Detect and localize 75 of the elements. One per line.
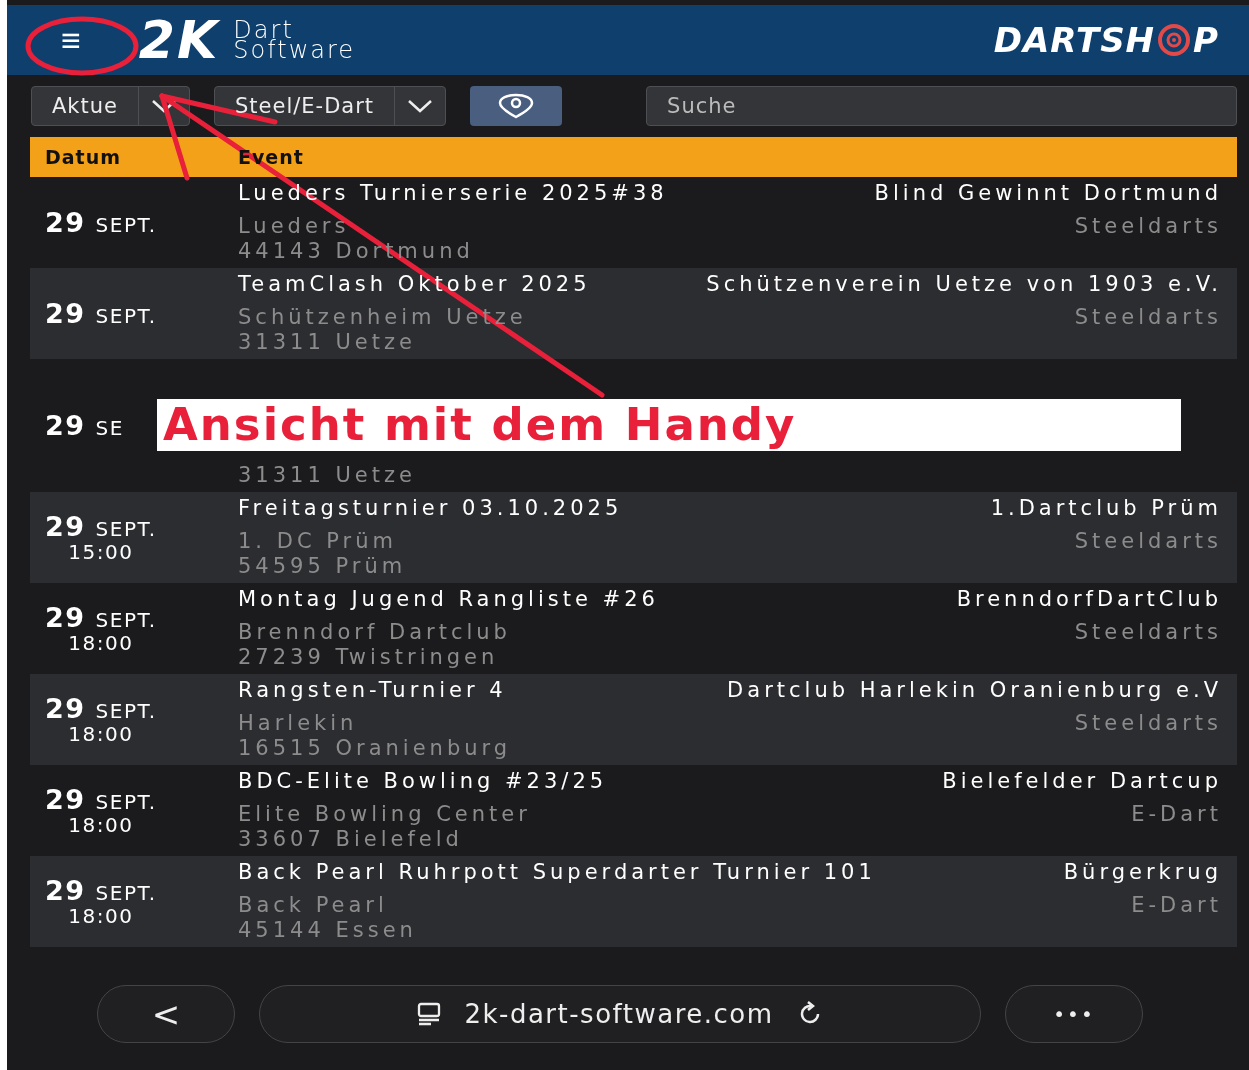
date-month: SEPT. (95, 881, 157, 905)
back-button[interactable]: < (97, 985, 235, 1043)
date-day: 29 (45, 298, 86, 329)
event-organizer: Bielefelder Dartcup (942, 769, 1222, 795)
event-organizer: Bürgerkrug (1063, 860, 1222, 886)
event-city: 33607 Bielefeld (238, 827, 464, 852)
event-title: Freitagsturnier 03.10.2025 (238, 496, 624, 522)
date-day: 29 (45, 602, 86, 633)
logo-mark: 2K (138, 14, 220, 66)
annotation-label: Ansicht mit dem Handy (157, 399, 1181, 451)
address-bar[interactable]: 2k-dart-software.com (259, 985, 981, 1043)
event-organizer: BrenndorfDartClub (956, 587, 1222, 613)
more-button[interactable]: ••• (1005, 985, 1143, 1043)
event-organizer: Schützenverein Uetze von 1903 e.V. (706, 272, 1222, 298)
location-button[interactable] (470, 86, 563, 126)
event-venue: Lueders (238, 214, 351, 239)
event-row[interactable]: 29 SEPT. 15:00 Freitagsturnier 03.10.2025 1.Dartclub Prüm 1. DC Prüm Steeldarts 54595 Prüm (30, 492, 1237, 583)
event-organizer: Blind Gewinnt Dortmund (874, 181, 1222, 207)
event-time: 18:00 (68, 722, 134, 746)
event-time: 18:00 (68, 631, 134, 655)
event-venue: Brenndorf Dartclub (238, 620, 512, 645)
event-title: Back Pearl Ruhrpott Superdarter Turnier 101 (238, 860, 877, 886)
date-day: 29 (45, 410, 86, 441)
target-icon (1157, 23, 1192, 57)
shop-logo-text: P (1193, 20, 1219, 60)
date-month: SE (95, 416, 124, 440)
event-time: 15:00 (68, 540, 134, 564)
event-organizer: Dartclub Harlekin Oranienburg e.V (727, 678, 1222, 704)
event-row[interactable]: 29 SEPT. 18:00 Rangsten-Turnier 4 Dartclub Harlekin Oranienburg e.V Harlekin Steeldarts 16515 Oranienburg (30, 674, 1237, 765)
event-category: Steeldarts (1073, 620, 1222, 645)
event-title: BDC-Elite Bowling #23/25 (238, 769, 609, 795)
date-day: 29 (45, 784, 86, 815)
filter-dropdown[interactable]: Steel/E-Dart (214, 86, 447, 126)
filter-dropdown[interactable]: Aktue (31, 86, 190, 126)
date-month: SEPT. (95, 790, 157, 814)
date-month: SEPT. (95, 608, 157, 632)
event-city: 16515 Oranienburg (238, 736, 513, 761)
event-organizer: 1.Dartclub Prüm (990, 496, 1222, 522)
event-city: 45144 Essen (238, 918, 418, 943)
date-day: 29 (45, 207, 86, 238)
date-day: 29 (45, 693, 86, 724)
event-category: Steeldarts (1073, 711, 1222, 736)
logo-text: Dart (233, 20, 294, 40)
event-city: 31311 Uetze (238, 330, 417, 355)
date-month: SEPT. (95, 517, 157, 541)
event-category: Steeldarts (1073, 529, 1222, 554)
date-month: SEPT. (95, 213, 157, 237)
event-time: 18:00 (68, 904, 134, 928)
menu-button[interactable]: ≡ (51, 23, 91, 57)
event-category: Steeldarts (1073, 214, 1222, 239)
event-venue: Elite Bowling Center (238, 802, 532, 827)
event-category: E-Dart (1130, 802, 1222, 827)
event-time: 18:00 (68, 813, 134, 837)
date-day: 29 (45, 511, 86, 542)
date-month: SEPT. (95, 304, 157, 328)
search-field[interactable]: Suche (646, 86, 1237, 126)
event-title: Montag Jugend Rangliste #26 (238, 587, 660, 613)
event-title: Rangsten-Turnier 4 (238, 678, 508, 704)
location-pin-icon (497, 93, 536, 119)
event-category: Steeldarts (1073, 305, 1222, 330)
event-row[interactable]: 29 SEPT. 18:00 Back Pearl Ruhrpott Superdarter Turnier 101 Bürgerkrug Back Pearl E-Dart 45144 Essen (30, 856, 1237, 947)
logo-text: Software (233, 40, 356, 60)
event-venue: Back Pearl (238, 893, 389, 918)
chevron-down-icon (407, 99, 434, 113)
column-header: Datum (44, 146, 122, 168)
date-day: 29 (45, 875, 86, 906)
event-city: 31311 Uetze (238, 463, 417, 488)
shop-logo-text: DARTSH (993, 20, 1156, 60)
tabs-icon (416, 1001, 443, 1027)
event-city: 54595 Prüm (238, 554, 408, 579)
event-category: E-Dart (1130, 893, 1222, 918)
event-venue: 1. DC Prüm (238, 529, 398, 554)
event-venue: Harlekin (238, 711, 359, 736)
date-month: SEPT. (95, 699, 157, 723)
event-city: 27239 Twistringen (238, 645, 500, 670)
